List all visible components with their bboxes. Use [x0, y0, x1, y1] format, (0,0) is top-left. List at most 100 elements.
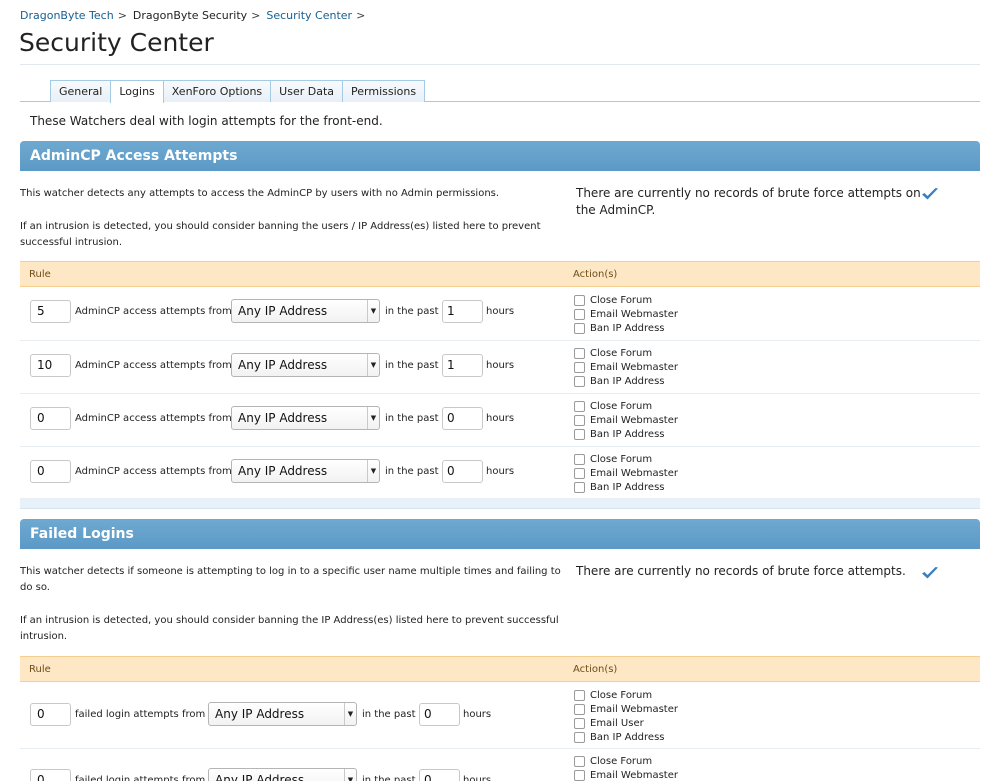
action-label: Ban IP Address [590, 481, 665, 493]
attempts-count-input[interactable]: 10 [30, 354, 71, 377]
ip-scope-select[interactable]: Any IP Address ▼ [231, 406, 380, 430]
tab-user-data[interactable]: User Data [270, 80, 344, 102]
checkbox[interactable] [574, 375, 585, 387]
action-label: Close Forum [590, 689, 653, 701]
hours-input[interactable]: 1 [442, 354, 483, 377]
hours-input[interactable]: 0 [442, 460, 483, 483]
rules-table-header: Rule Action(s) [20, 656, 980, 682]
attempts-count-input[interactable]: 0 [30, 769, 71, 781]
in-the-past-label: in the past [362, 709, 416, 720]
ip-scope-select[interactable]: Any IP Address ▼ [208, 702, 357, 726]
select-value: Any IP Address [215, 707, 305, 721]
attempts-count-input[interactable]: 0 [30, 703, 71, 726]
checkbox[interactable] [574, 347, 585, 359]
action-close-forum[interactable]: Close Forum [574, 346, 678, 360]
in-the-past-label: in the past [385, 413, 439, 424]
attempts-count-input[interactable]: 0 [30, 407, 71, 430]
breadcrumb-dragonbyte-security[interactable]: DragonByte Security [133, 9, 247, 22]
tab-permissions[interactable]: Permissions [342, 80, 426, 102]
actions-list: Close Forum Email Webmaster Ban IP Addre… [574, 399, 678, 441]
checkbox[interactable] [574, 467, 585, 479]
action-email-webmaster[interactable]: Email Webmaster [574, 307, 678, 321]
hours-input[interactable]: 0 [442, 407, 483, 430]
checkbox[interactable] [574, 361, 585, 373]
action-email-webmaster[interactable]: Email Webmaster [574, 360, 678, 374]
chevron-down-icon: ▼ [344, 769, 356, 781]
attempts-count-input[interactable]: 5 [30, 300, 71, 323]
checkbox[interactable] [574, 428, 585, 440]
in-the-past-label: in the past [362, 775, 416, 781]
action-label: Email User [590, 717, 644, 729]
action-label: Ban IP Address [590, 428, 665, 440]
section-header-failed-logins: Failed Logins [20, 519, 980, 549]
column-header-actions: Action(s) [573, 664, 618, 675]
hours-input[interactable]: 0 [419, 769, 460, 781]
checkmark-icon [922, 567, 938, 579]
action-ban-ip[interactable]: Ban IP Address [574, 480, 678, 494]
checkbox[interactable] [574, 689, 585, 701]
table-row: 10 AdminCP access attempts from Any IP A… [20, 341, 980, 394]
checkbox[interactable] [574, 769, 585, 781]
table-row: 0 AdminCP access attempts from Any IP Ad… [20, 447, 980, 499]
ip-scope-select[interactable]: Any IP Address ▼ [231, 459, 380, 483]
checkbox[interactable] [574, 481, 585, 493]
breadcrumb-separator: > [251, 9, 261, 22]
chevron-down-icon: ▼ [344, 703, 356, 725]
checkbox[interactable] [574, 731, 585, 743]
rules-table-header: Rule Action(s) [20, 261, 980, 287]
tab-xenforo-options[interactable]: XenForo Options [162, 80, 272, 102]
action-label: Ban IP Address [590, 375, 665, 387]
tab-general[interactable]: General [50, 80, 112, 102]
breadcrumb-security-center[interactable]: Security Center [266, 9, 352, 22]
action-close-forum[interactable]: Close Forum [574, 688, 678, 702]
checkbox[interactable] [574, 294, 585, 306]
action-email-webmaster[interactable]: Email Webmaster [574, 702, 678, 716]
select-value: Any IP Address [215, 773, 305, 781]
action-label: Close Forum [590, 755, 653, 767]
action-label: Ban IP Address [590, 731, 665, 743]
tab-logins[interactable]: Logins [110, 80, 164, 103]
section-description: This watcher detects if someone is attem… [20, 564, 565, 645]
action-email-webmaster[interactable]: Email Webmaster [574, 466, 678, 480]
description-line: If an intrusion is detected, you should … [20, 221, 541, 248]
action-label: Close Forum [590, 294, 653, 306]
action-email-user[interactable]: Email User [574, 716, 678, 730]
ip-scope-select[interactable]: Any IP Address ▼ [208, 768, 357, 781]
in-the-past-label: in the past [385, 466, 439, 477]
checkbox[interactable] [574, 703, 585, 715]
action-ban-ip[interactable]: Ban IP Address [574, 374, 678, 388]
hours-label: hours [463, 709, 492, 720]
hours-input[interactable]: 1 [442, 300, 483, 323]
actions-list: Close Forum Email Webmaster Email User B… [574, 688, 678, 744]
title-divider [20, 64, 980, 65]
checkbox[interactable] [574, 453, 585, 465]
action-email-webmaster[interactable]: Email Webmaster [574, 413, 678, 427]
attempts-count-input[interactable]: 0 [30, 460, 71, 483]
breadcrumb-dragonbyte-tech[interactable]: DragonByte Tech [20, 9, 114, 22]
rule-label: AdminCP access attempts from [75, 466, 232, 477]
hours-input[interactable]: 0 [419, 703, 460, 726]
ip-scope-select[interactable]: Any IP Address ▼ [231, 299, 380, 323]
checkbox[interactable] [574, 717, 585, 729]
action-close-forum[interactable]: Close Forum [574, 452, 678, 466]
action-email-webmaster[interactable]: Email Webmaster [574, 768, 678, 781]
ip-scope-select[interactable]: Any IP Address ▼ [231, 353, 380, 377]
checkbox[interactable] [574, 414, 585, 426]
tab-bar: General Logins XenForo Options User Data… [20, 80, 980, 103]
action-close-forum[interactable]: Close Forum [574, 293, 678, 307]
action-ban-ip[interactable]: Ban IP Address [574, 321, 678, 335]
section-description: This watcher detects any attempts to acc… [20, 186, 565, 251]
action-ban-ip[interactable]: Ban IP Address [574, 730, 678, 744]
checkbox[interactable] [574, 755, 585, 767]
chevron-down-icon: ▼ [367, 354, 379, 376]
checkbox[interactable] [574, 322, 585, 334]
action-close-forum[interactable]: Close Forum [574, 399, 678, 413]
action-close-forum[interactable]: Close Forum [574, 754, 678, 768]
action-label: Email Webmaster [590, 703, 678, 715]
action-ban-ip[interactable]: Ban IP Address [574, 427, 678, 441]
checkbox[interactable] [574, 308, 585, 320]
checkbox[interactable] [574, 400, 585, 412]
action-label: Email Webmaster [590, 361, 678, 373]
action-label: Email Webmaster [590, 308, 678, 320]
description-line: This watcher detects any attempts to acc… [20, 188, 500, 199]
